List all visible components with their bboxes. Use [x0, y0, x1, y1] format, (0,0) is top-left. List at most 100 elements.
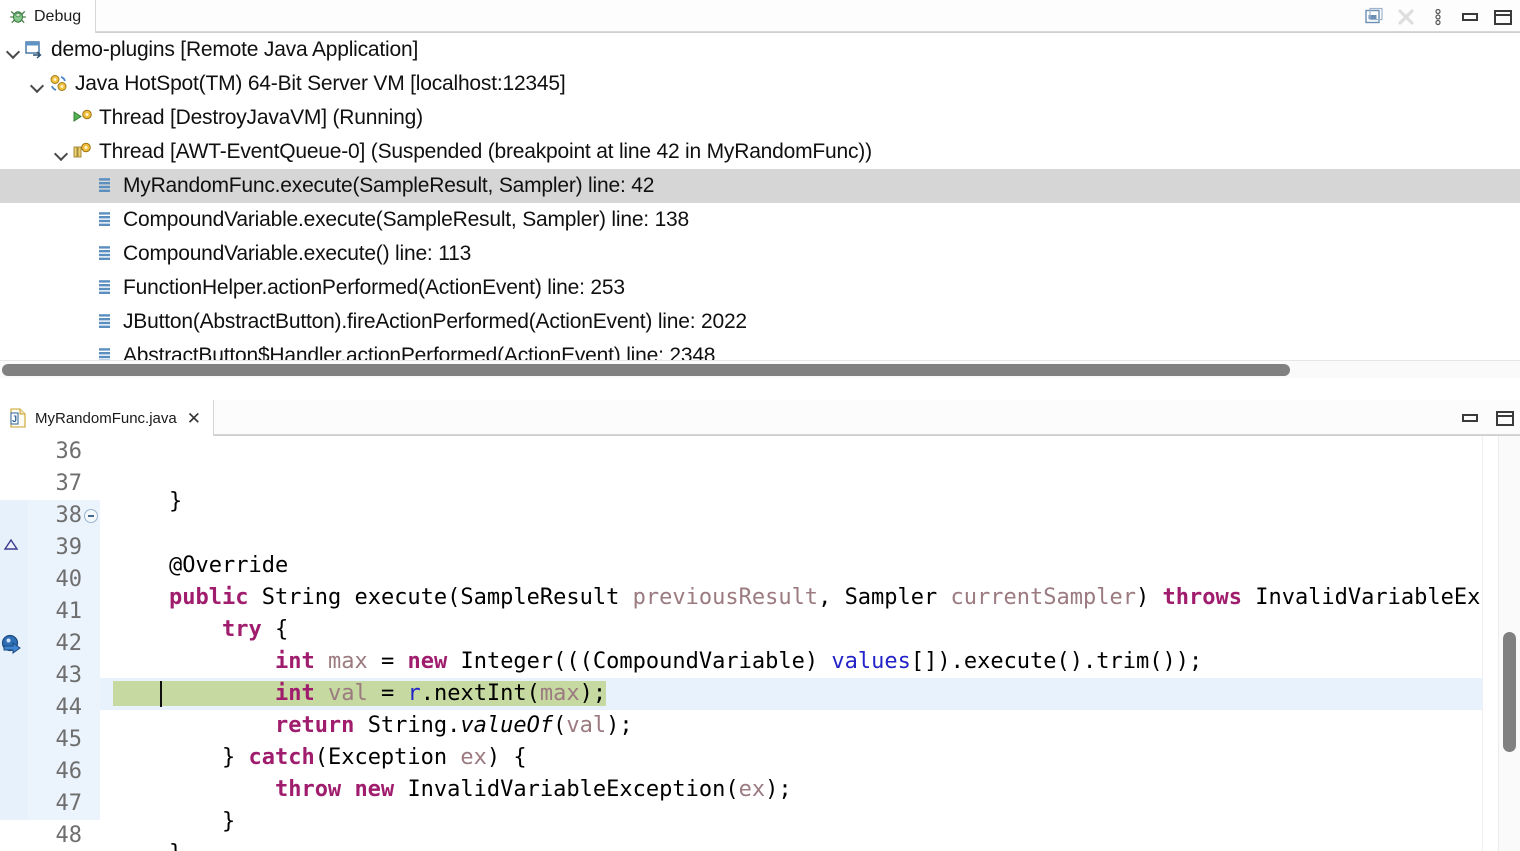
stack-frame-icon [96, 175, 118, 197]
twisty-placeholder [78, 213, 92, 227]
svg-text:J: J [12, 414, 17, 424]
debug-tree-row[interactable]: Java HotSpot(TM) 64-Bit Server VM [local… [0, 67, 1520, 101]
fold-collapse-icon[interactable] [84, 509, 98, 523]
editor-tabbar: J MyRandomFunc.java ✕ [0, 400, 1520, 436]
editor-tab-myrandomfunc[interactable]: J MyRandomFunc.java ✕ [0, 400, 214, 436]
code-line[interactable]: return String.valueOf(val); [100, 710, 1520, 742]
debug-tree-row-label: JButton(AbstractButton).fireActionPerfor… [123, 310, 747, 334]
override-indicator-icon [3, 538, 19, 552]
debug-tree-row-label: FunctionHelper.actionPerformed(ActionEve… [123, 276, 625, 300]
line-number: 41 [28, 596, 100, 628]
code-viewport: 36373839404142434445464748 } @Override p… [0, 436, 1520, 851]
debug-tree-row-label: MyRandomFunc.execute(SampleResult, Sampl… [123, 174, 654, 198]
stack-frame-icon [96, 209, 118, 231]
code-line[interactable]: try { [100, 614, 1520, 646]
twisty-placeholder [78, 281, 92, 295]
editor-vertical-scrollbar[interactable] [1498, 436, 1520, 851]
thread-suspended-icon [72, 141, 94, 163]
debug-tree[interactable]: demo-plugins [Remote Java Application] Ja… [0, 33, 1520, 378]
code-line[interactable]: @Override [100, 550, 1520, 582]
line-number: 37 [28, 468, 100, 500]
tab-debug-label: Debug [34, 8, 81, 26]
minimize-restore-icon[interactable] [1364, 7, 1384, 27]
view-menu-icon[interactable] [1428, 7, 1448, 27]
text-caret [160, 681, 162, 707]
chevron-down-icon[interactable] [6, 43, 20, 57]
code-line[interactable]: int max = new Integer(((CompoundVariable… [100, 646, 1520, 678]
code-line[interactable]: } [100, 806, 1520, 838]
scrollbar-thumb[interactable] [2, 364, 1290, 376]
thread-running-icon [72, 107, 94, 129]
debug-tree-row[interactable]: Thread [AWT-EventQueue-0] (Suspended (br… [0, 135, 1520, 169]
chevron-down-icon[interactable] [54, 145, 68, 159]
twisty-placeholder [78, 179, 92, 193]
debug-view: Debug [0, 0, 1520, 396]
code-line[interactable]: } catch(Exception ex) { [100, 742, 1520, 774]
code-text[interactable]: } @Override public String execute(Sample… [100, 436, 1520, 851]
stack-frame-icon [96, 311, 118, 333]
maximize-editor-icon[interactable] [1494, 408, 1514, 428]
tabbar-empty-space [96, 0, 1520, 32]
debug-tree-row[interactable]: MyRandomFunc.execute(SampleResult, Sampl… [0, 169, 1520, 203]
debug-view-tabbar: Debug [0, 0, 1520, 33]
twisty-placeholder [78, 247, 92, 261]
debug-tree-row[interactable]: Thread [DestroyJavaVM] (Running) [0, 101, 1520, 135]
eclipse-debug-perspective: Debug [0, 0, 1520, 851]
minimize-editor-icon[interactable] [1460, 408, 1480, 428]
debug-tree-row-label: CompoundVariable.execute(SampleResult, S… [123, 208, 689, 232]
line-number: 48 [28, 820, 100, 851]
stack-frame-icon [96, 243, 118, 265]
breakpoint-with-current-instruction-icon[interactable] [0, 632, 26, 656]
code-line[interactable]: int val = r.nextInt(max); [100, 678, 1520, 710]
debug-tree-row[interactable]: CompoundVariable.execute(SampleResult, S… [0, 203, 1520, 237]
editor-tabbar-empty-space [214, 400, 1520, 435]
editor-marker-ruler[interactable] [0, 436, 28, 851]
twisty-placeholder [54, 111, 68, 125]
code-line[interactable] [100, 518, 1520, 550]
editor-tab-label: MyRandomFunc.java [35, 410, 177, 427]
debug-tree-row-label: Java HotSpot(TM) 64-Bit Server VM [local… [75, 72, 566, 96]
line-number: 44 [28, 692, 100, 724]
line-number: 42 [28, 628, 100, 660]
java-file-icon: J [9, 408, 27, 428]
debug-tree-row-label: demo-plugins [Remote Java Application] [51, 38, 418, 62]
overview-ruler[interactable] [1482, 436, 1498, 851]
debug-tree-horizontal-scrollbar[interactable] [0, 360, 1520, 378]
code-line[interactable]: public String execute(SampleResult previ… [100, 582, 1520, 614]
line-number: 38 [28, 500, 100, 532]
line-number: 43 [28, 660, 100, 692]
minimize-view-icon[interactable] [1460, 7, 1480, 27]
line-number: 47 [28, 788, 100, 820]
stack-frame-icon [96, 277, 118, 299]
maximize-view-icon[interactable] [1492, 7, 1512, 27]
editor-toolbar [1460, 400, 1514, 436]
line-number-gutter: 36373839404142434445464748 [28, 436, 100, 851]
line-number: 45 [28, 724, 100, 756]
code-line[interactable]: } [100, 486, 1520, 518]
debug-tree-row[interactable]: demo-plugins [Remote Java Application] [0, 33, 1520, 67]
editor-area: J MyRandomFunc.java ✕ [0, 400, 1520, 851]
line-number: 46 [28, 756, 100, 788]
debug-tree-row-label: Thread [DestroyJavaVM] (Running) [99, 106, 423, 130]
line-number: 40 [28, 564, 100, 596]
launch-configuration-icon [24, 39, 46, 61]
bug-icon [9, 8, 27, 26]
line-number: 39 [28, 532, 100, 564]
close-icon[interactable]: ✕ [185, 410, 203, 427]
execution-highlight: int val = r.nextInt(max); [116, 681, 606, 706]
scrollbar-thumb[interactable] [1503, 632, 1516, 752]
debug-tree-row-label: Thread [AWT-EventQueue-0] (Suspended (br… [99, 140, 872, 164]
code-line[interactable]: throw new InvalidVariableException(ex); [100, 774, 1520, 806]
jvm-icon [48, 73, 70, 95]
twisty-placeholder [78, 315, 92, 329]
code-line[interactable]: } [100, 838, 1520, 851]
debug-view-toolbar [1364, 0, 1514, 33]
tab-debug[interactable]: Debug [0, 0, 96, 33]
disconnect-icon[interactable] [1396, 7, 1416, 27]
debug-tree-row[interactable]: CompoundVariable.execute() line: 113 [0, 237, 1520, 271]
debug-tree-row[interactable]: JButton(AbstractButton).fireActionPerfor… [0, 305, 1520, 339]
debug-tree-row-label: CompoundVariable.execute() line: 113 [123, 242, 471, 266]
debug-tree-row[interactable]: FunctionHelper.actionPerformed(ActionEve… [0, 271, 1520, 305]
line-number: 36 [28, 436, 100, 468]
chevron-down-icon[interactable] [30, 77, 44, 91]
